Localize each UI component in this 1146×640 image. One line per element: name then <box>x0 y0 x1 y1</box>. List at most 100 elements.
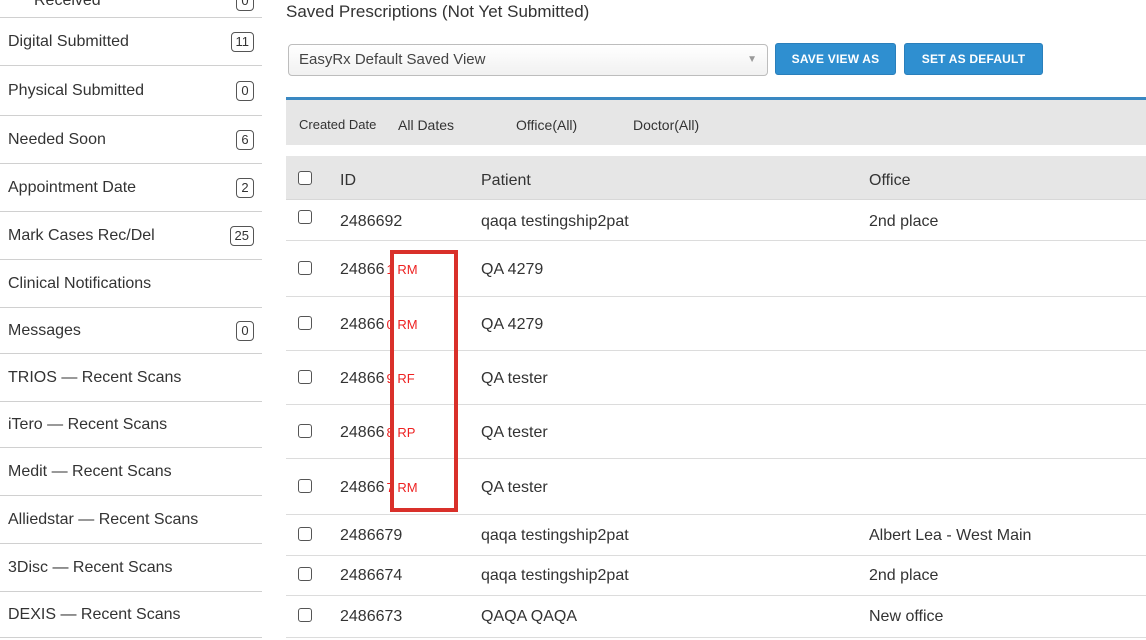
row-checkbox[interactable] <box>298 261 312 275</box>
row-tag: 8 RP <box>386 425 416 440</box>
table-row[interactable]: 2486679 qaqa testingship2pat Albert Lea … <box>286 515 1146 556</box>
row-id: 24866 0 RM <box>340 316 418 334</box>
row-tag: 1 RM <box>386 262 418 277</box>
row-checkbox[interactable] <box>298 424 312 438</box>
sidebar-item-label: Mark Cases Rec/Del <box>8 226 155 244</box>
row-patient: QA tester <box>481 479 548 496</box>
sidebar-item-label: Received <box>34 0 101 9</box>
table-row[interactable]: 24866 9 RF QA tester <box>286 351 1146 405</box>
row-checkbox[interactable] <box>298 370 312 384</box>
row-patient: QAQA QAQA <box>481 608 578 625</box>
row-id: 24866 1 RM <box>340 261 418 279</box>
row-id-text: 24866 <box>340 370 385 387</box>
row-id: 2486673 <box>340 608 403 625</box>
table-row[interactable]: 24866 8 RP QA tester <box>286 405 1146 459</box>
set-as-default-button[interactable]: SET AS DEFAULT <box>904 43 1043 75</box>
row-checkbox[interactable] <box>298 567 312 581</box>
row-tag: 7 RM <box>386 480 418 495</box>
sidebar-item-alliedstar-scans[interactable]: Alliedstar — Recent Scans <box>0 496 262 544</box>
created-date-filter[interactable]: All Dates <box>398 117 454 133</box>
sidebar-item-label: Messages <box>8 321 81 339</box>
sidebar-item-messages[interactable]: Messages 0 <box>0 308 262 354</box>
row-office: 2nd place <box>869 567 939 584</box>
row-id-text: 24866 <box>340 424 385 441</box>
sidebar-item-received[interactable]: Received 0 <box>0 0 262 18</box>
row-checkbox[interactable] <box>298 316 312 330</box>
row-patient: QA tester <box>481 424 548 441</box>
saved-view-value: EasyRx Default Saved View <box>299 51 486 68</box>
row-id-text: 24866 <box>340 316 385 333</box>
row-patient: QA tester <box>481 370 548 387</box>
row-id: 2486692 <box>340 213 403 230</box>
sidebar-item-physical-submitted[interactable]: Physical Submitted 0 <box>0 66 262 116</box>
doctor-filter[interactable]: Doctor(All) <box>633 117 699 133</box>
sidebar-item-label: Medit — Recent Scans <box>8 462 172 480</box>
row-id: 24866 7 RM <box>340 479 418 497</box>
sidebar-item-digital-submitted[interactable]: Digital Submitted 11 <box>0 18 262 66</box>
dropdown-caret-icon: ▼ <box>747 54 757 65</box>
row-id: 24866 9 RF <box>340 370 415 388</box>
row-checkbox[interactable] <box>298 210 312 224</box>
row-id-text: 24866 <box>340 261 385 278</box>
sidebar-item-trios-scans[interactable]: TRIOS — Recent Scans <box>0 354 262 402</box>
sidebar: Received 0 Digital Submitted 11 Physical… <box>0 0 262 640</box>
table-row[interactable]: 2486674 qaqa testingship2pat 2nd place <box>286 556 1146 596</box>
sidebar-item-medit-scans[interactable]: Medit — Recent Scans <box>0 448 262 496</box>
table-row[interactable]: 24866 0 RM QA 4279 <box>286 297 1146 351</box>
row-office: New office <box>869 608 944 625</box>
main-content: Saved Prescriptions (Not Yet Submitted) … <box>286 0 1146 640</box>
table-header: ID Patient Office <box>286 156 1146 200</box>
row-id: 2486679 <box>340 527 403 544</box>
sidebar-item-label: DEXIS — Recent Scans <box>8 605 181 623</box>
row-tag: 0 RM <box>386 317 418 332</box>
sidebar-item-appointment-date[interactable]: Appointment Date 2 <box>0 164 262 212</box>
count-badge: 0 <box>236 0 254 11</box>
sidebar-item-label: Alliedstar — Recent Scans <box>8 510 199 528</box>
row-patient: qaqa testingship2pat <box>481 527 629 544</box>
filter-bar: Created Date All Dates Office(All) Docto… <box>286 97 1146 145</box>
select-all-checkbox[interactable] <box>298 171 312 185</box>
created-date-label: Created Date <box>299 117 377 132</box>
row-checkbox[interactable] <box>298 479 312 493</box>
sidebar-item-3disc-scans[interactable]: 3Disc — Recent Scans <box>0 544 262 592</box>
table-row[interactable]: 24866 1 RM QA 4279 <box>286 241 1146 297</box>
row-id: 24866 8 RP <box>340 424 415 442</box>
office-filter[interactable]: Office(All) <box>516 117 577 133</box>
sidebar-item-clinical-notifications[interactable]: Clinical Notifications <box>0 260 262 308</box>
sidebar-item-dexis-scans[interactable]: DEXIS — Recent Scans <box>0 592 262 638</box>
column-header-patient[interactable]: Patient <box>481 172 531 190</box>
count-badge: 6 <box>236 129 254 150</box>
row-tag: 9 RF <box>386 371 415 386</box>
row-id-text: 24866 <box>340 479 385 496</box>
row-checkbox[interactable] <box>298 608 312 622</box>
count-badge: 0 <box>236 320 254 341</box>
page-title: Saved Prescriptions (Not Yet Submitted) <box>286 2 590 21</box>
saved-view-select[interactable]: EasyRx Default Saved View ▼ <box>288 44 768 76</box>
count-badge: 0 <box>236 80 254 101</box>
table-row[interactable]: 24866 7 RM QA tester <box>286 459 1146 515</box>
sidebar-item-itero-scans[interactable]: iTero — Recent Scans <box>0 402 262 448</box>
save-view-as-button[interactable]: SAVE VIEW AS <box>775 43 896 75</box>
sidebar-item-mark-cases[interactable]: Mark Cases Rec/Del 25 <box>0 212 262 260</box>
row-patient: QA 4279 <box>481 316 544 333</box>
sidebar-item-label: Clinical Notifications <box>8 274 152 292</box>
column-header-id[interactable]: ID <box>340 172 356 190</box>
row-patient: qaqa testingship2pat <box>481 567 629 584</box>
row-patient: qaqa testingship2pat <box>481 213 629 230</box>
row-patient: QA 4279 <box>481 261 544 278</box>
sidebar-item-label: Needed Soon <box>8 130 106 148</box>
sidebar-item-label: Physical Submitted <box>8 81 145 99</box>
count-badge: 25 <box>229 225 254 246</box>
count-badge: 11 <box>230 31 254 52</box>
sidebar-item-label: Digital Submitted <box>8 32 129 50</box>
row-checkbox[interactable] <box>298 527 312 541</box>
row-id: 2486674 <box>340 567 403 584</box>
table-row[interactable]: 2486692 qaqa testingship2pat 2nd place <box>286 201 1146 241</box>
row-office: 2nd place <box>869 213 939 230</box>
sidebar-item-label: 3Disc — Recent Scans <box>8 558 173 576</box>
sidebar-item-label: TRIOS — Recent Scans <box>8 368 182 386</box>
sidebar-item-label: Appointment Date <box>8 178 137 196</box>
sidebar-item-needed-soon[interactable]: Needed Soon 6 <box>0 116 262 164</box>
column-header-office[interactable]: Office <box>869 172 911 190</box>
table-row[interactable]: 2486673 QAQA QAQA New office <box>286 596 1146 638</box>
